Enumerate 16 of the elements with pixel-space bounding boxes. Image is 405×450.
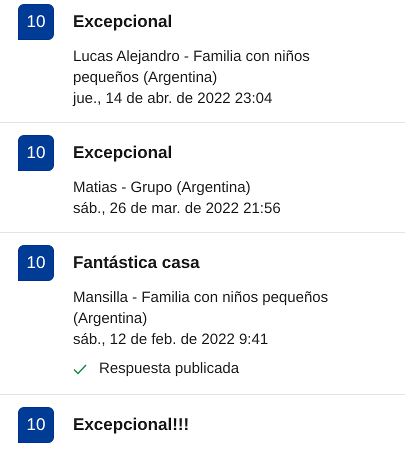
review-title: Excepcional!!! — [73, 414, 190, 436]
reviewer-info: Lucas Alejandro - Familia con niños pequeños (Argentina) — [73, 47, 311, 88]
review-title: Fantástica casa — [73, 252, 200, 274]
reviewer-info: Matias - Grupo (Argentina) — [73, 178, 252, 198]
response-status: Respuesta publicada — [99, 359, 240, 379]
check-icon — [73, 364, 87, 375]
score-badge: 10 — [18, 406, 54, 442]
review-date: sáb., 12 de feb. de 2022 9:41 — [73, 330, 270, 350]
review-date: sáb., 26 de mar. de 2022 21:56 — [73, 199, 281, 219]
review-title: Excepcional — [73, 11, 172, 34]
reviewer-info: Mansilla - Familia con niños pequeños (Argentina) — [73, 288, 330, 329]
score-badge: 10 — [18, 245, 54, 281]
score-badge: 10 — [18, 135, 54, 171]
review-date: jue., 14 de abr. de 2022 23:04 — [73, 89, 274, 109]
score-badge: 10 — [18, 4, 54, 40]
review-title: Excepcional — [73, 142, 172, 164]
